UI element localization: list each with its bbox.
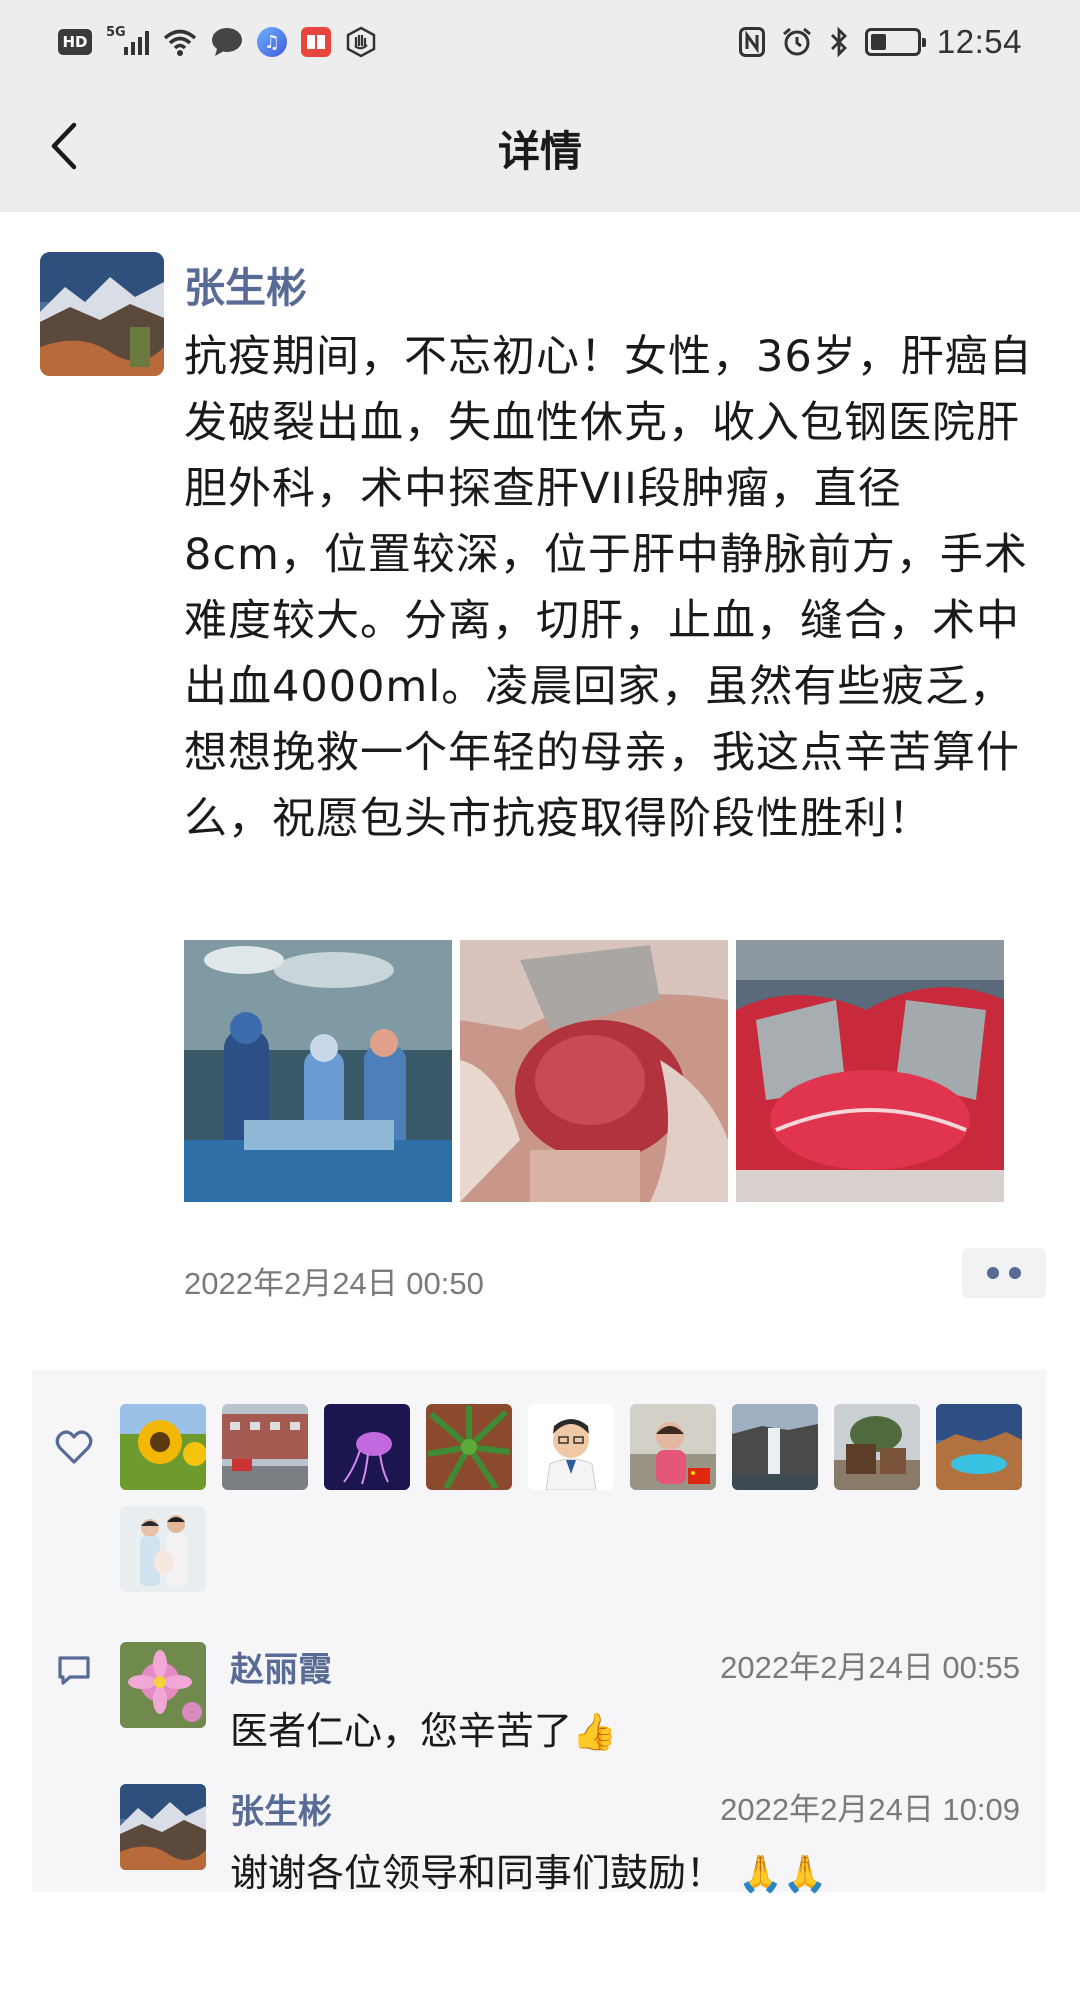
heart-outline-icon — [55, 1430, 93, 1464]
comment-item[interactable]: 赵丽霞 2022年2月24日 00:55 医者仁心，您辛苦了👍 — [120, 1642, 1020, 1753]
comment-text: 谢谢各位领导和同事们鼓励！ 🙏🙏 — [230, 1851, 828, 1895]
post-photo[interactable] — [736, 940, 1004, 1202]
battery-level-fill — [870, 34, 887, 50]
status-time: 12:54 — [936, 23, 1022, 60]
comment-timestamp: 2022年2月24日 10:09 — [720, 1792, 1020, 1827]
liker-avatar[interactable] — [834, 1404, 920, 1490]
bluetooth-icon — [829, 26, 849, 58]
wifi-icon — [163, 28, 197, 56]
alarm-icon — [781, 26, 813, 58]
likes-list — [120, 1404, 1050, 1592]
status-bar-left: HD 5G ♫ — [58, 22, 377, 62]
comment-item[interactable]: 张生彬 2022年2月24日 10:09 谢谢各位领导和同事们鼓励！ 🙏🙏 — [120, 1784, 1020, 1895]
navigation-bar: 详情 — [0, 84, 1080, 212]
commenter-name[interactable]: 张生彬 — [230, 1784, 332, 1833]
liker-avatar[interactable] — [630, 1404, 716, 1490]
nfc-icon — [738, 27, 765, 57]
liker-avatar[interactable] — [936, 1404, 1022, 1490]
battery-icon — [864, 28, 926, 56]
network-type: 5G — [106, 25, 126, 40]
post-photo-grid — [184, 940, 1004, 1202]
dot-icon — [1009, 1267, 1021, 1279]
chat-bubble-icon — [211, 27, 243, 57]
post-more-button[interactable] — [962, 1248, 1046, 1298]
post-timestamp: 2022年2月24日 00:50 — [184, 1266, 484, 1301]
page-title: 详情 — [497, 127, 582, 176]
liker-avatar[interactable] — [222, 1404, 308, 1490]
comment-timestamp: 2022年2月24日 00:55 — [720, 1650, 1020, 1685]
book-app-icon — [301, 27, 331, 57]
music-app-icon: ♫ — [257, 27, 287, 57]
post-photo[interactable] — [460, 940, 728, 1202]
liker-avatar[interactable] — [732, 1404, 818, 1490]
commenter-avatar[interactable] — [120, 1784, 206, 1870]
liker-avatar[interactable] — [324, 1404, 410, 1490]
commenter-name[interactable]: 赵丽霞 — [230, 1642, 332, 1691]
signal-icon: 5G — [106, 25, 149, 55]
liker-avatar[interactable] — [528, 1404, 614, 1490]
interaction-panel: 赵丽霞 2022年2月24日 00:55 医者仁心，您辛苦了👍 张生彬 2022… — [32, 1370, 1046, 1895]
post-text: 抗疫期间，不忘初心！女性，36岁，肝癌自发破裂出血，失血性休克，收入包钢医院肝胆… — [184, 332, 1033, 844]
dot-icon — [987, 1267, 999, 1279]
author-avatar[interactable] — [40, 252, 164, 376]
hand-icon — [345, 26, 377, 58]
hd-icon: HD — [58, 29, 92, 55]
status-bar: HD 5G ♫ 12:54 — [0, 0, 1080, 84]
status-bar-right: 12:54 — [738, 20, 1022, 64]
folded-hands-emoji: 🙏🙏 — [738, 1854, 828, 1895]
liker-avatar[interactable] — [426, 1404, 512, 1490]
mountain-landscape-image — [40, 252, 164, 376]
comment-icon — [58, 1656, 90, 1685]
thumbs-up-emoji: 👍 — [572, 1712, 617, 1753]
liker-avatar[interactable] — [120, 1506, 206, 1592]
liker-avatar[interactable] — [120, 1404, 206, 1490]
commenter-avatar[interactable] — [120, 1642, 206, 1728]
post-author-name[interactable]: 张生彬 — [184, 254, 307, 314]
post-photo[interactable] — [184, 940, 452, 1202]
comment-text: 医者仁心，您辛苦了👍 — [230, 1709, 617, 1753]
